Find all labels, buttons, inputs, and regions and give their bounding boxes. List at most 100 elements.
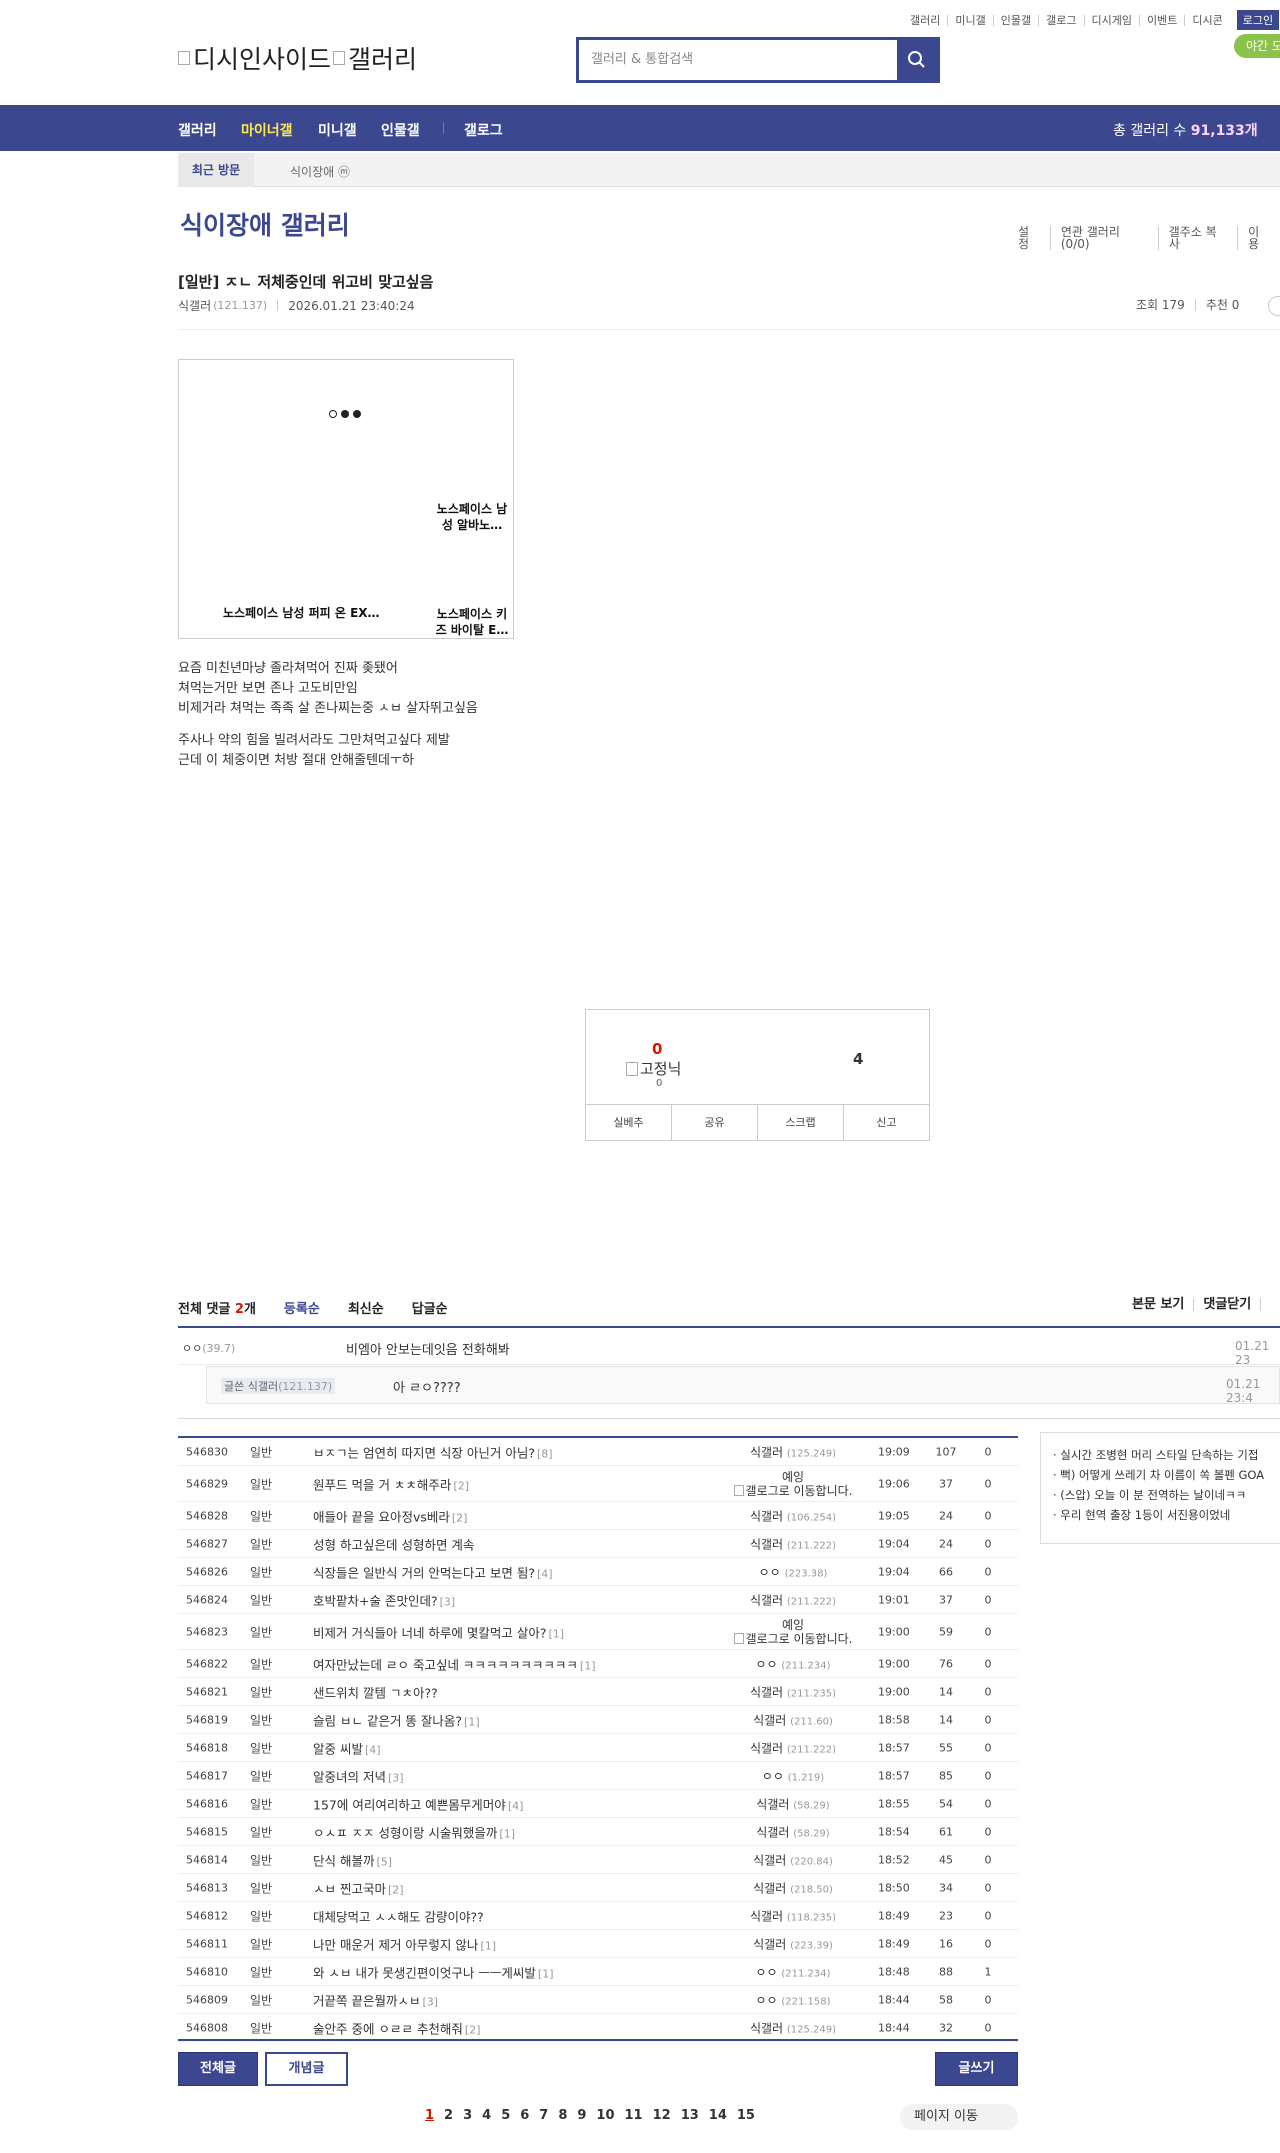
nav-mini-gallery[interactable]: 미니갤 — [318, 120, 357, 140]
ad-video-player[interactable]: 노스페이스 남성 알바노… 노스페이스 남성 퍼피 온 EX… 노스페이스 키즈… — [178, 359, 514, 639]
page-link[interactable]: 4 — [482, 2108, 491, 2123]
side-news-item[interactable]: · 뻑) 어떻게 쓰레기 차 이름이 쏙 볼펜 GOA — [1053, 1465, 1268, 1485]
post-writer[interactable]: 식갤러 (106.254) — [713, 1507, 873, 1524]
side-news-item[interactable]: · (스압) 오늘 이 분 전역하는 날이네ㅋㅋ — [1053, 1485, 1268, 1505]
settings-link[interactable]: 설정 — [1008, 226, 1050, 250]
post-writer[interactable]: 식갤러 (211.222) — [713, 1535, 873, 1552]
post-writer[interactable]: ㅇㅇ (211.234) — [713, 1963, 873, 1980]
ad-product-3[interactable]: 노스페이스 키즈 바이탈 E… — [432, 606, 512, 638]
table-row[interactable]: 546819 일반 슬림 ㅂㄴ 같은거 똥 잘나옴? [1] 식갤러 (211.60) 1… — [178, 1706, 1018, 1734]
post-title-link[interactable]: 단식 해볼까 [5] — [313, 1850, 392, 1869]
top-link-gallery[interactable]: 갤러리 — [903, 15, 947, 26]
post-title-link[interactable]: 157에 여리여리하고 예쁜몸무게머야 [4] — [313, 1794, 523, 1813]
post-title-link[interactable]: ㅅㅂ 찐고국마 [2] — [313, 1878, 404, 1897]
table-row[interactable]: 546829 일반 원푸드 먹을 거 ㅊㅊ해주라 [2] 예잉 갤로그로 이동합니다. 19… — [178, 1466, 1018, 1502]
page-link[interactable]: 13 — [681, 2108, 699, 2123]
post-title-link[interactable]: 알중녀의 저녁 [3] — [313, 1766, 404, 1785]
top-link-persongal[interactable]: 인물갤 — [992, 14, 1038, 26]
table-row[interactable]: 546823 일반 비제거 거식들아 너네 하루에 몇칼먹고 살아? [1] 예잉 갤로그… — [178, 1614, 1018, 1650]
post-writer[interactable]: 식갤러 (223.39) — [713, 1935, 873, 1952]
post-title-link[interactable]: ㅇㅅㅍ ㅈㅈ 성형이랑 시술뭐했을까 [1] — [313, 1822, 515, 1841]
table-row[interactable]: 546817 일반 알중녀의 저녁 [3] ㅇㅇ (1.219) 18:57 85 0 — [178, 1762, 1018, 1790]
table-row[interactable]: 546811 일반 나만 매운거 제거 아무렇지 않나 [1] 식갤러 (223.39)… — [178, 1930, 1018, 1958]
recent-gallery-link[interactable]: 식이장애 ⓜ — [290, 163, 350, 180]
sort-latest[interactable]: 최신순 — [348, 1298, 384, 1317]
page-link[interactable]: 15 — [737, 2108, 755, 2123]
copy-address-link[interactable]: 갤주소 복사 — [1157, 226, 1237, 250]
best-recommend-button[interactable]: 실베추 — [586, 1105, 671, 1140]
page-link[interactable]: 5 — [501, 2108, 510, 2123]
view-body-button[interactable]: 본문 보기 — [1123, 1298, 1193, 1311]
comment-count-bubble[interactable] — [1268, 296, 1280, 316]
login-button[interactable]: 로그인 — [1236, 10, 1280, 30]
night-mode-button[interactable]: 야간 모 — [1234, 34, 1280, 58]
post-writer[interactable]: 식갤러 (218.50) — [713, 1879, 873, 1896]
post-writer[interactable]: ㅇㅇ (211.234) — [713, 1655, 873, 1672]
nav-gallog[interactable]: 갤로그 — [464, 120, 503, 140]
table-row[interactable]: 546810 일반 와 ㅅㅂ 내가 못생긴편이엇구나 ㅡㅡ게씨발 [1] ㅇㅇ (211… — [178, 1958, 1018, 1986]
page-link[interactable]: 8 — [558, 2108, 567, 2123]
top-link-dccon[interactable]: 디시콘 — [1184, 14, 1229, 26]
table-row[interactable]: 546813 일반 ㅅㅂ 찐고국마 [2] 식갤러 (218.50) 18:50 34 0 — [178, 1874, 1018, 1902]
close-comments-button[interactable]: 댓글닫기 — [1193, 1298, 1260, 1311]
post-writer[interactable]: 식갤러 (125.249) — [713, 2019, 873, 2036]
share-button[interactable]: 공유 — [671, 1105, 757, 1140]
post-title-link[interactable]: 나만 매운거 제거 아무렇지 않나 [1] — [313, 1934, 496, 1953]
post-title-link[interactable]: 거끝쪽 끝은뭘까ㅅㅂ [3] — [313, 1990, 438, 2009]
post-title-link[interactable]: 와 ㅅㅂ 내가 못생긴편이엇구나 ㅡㅡ게씨발 [1] — [313, 1962, 554, 1981]
post-title-link[interactable]: 원푸드 먹을 거 ㅊㅊ해주라 [2] — [313, 1474, 469, 1493]
page-link[interactable]: 3 — [463, 2108, 472, 2123]
post-title-link[interactable]: 샌드위치 깔템 ㄱㅊ아?? — [313, 1682, 440, 1701]
report-button[interactable]: 신고 — [843, 1105, 929, 1140]
post-writer[interactable]: 예잉 갤로그로 이동합니다. — [713, 1470, 873, 1498]
related-gallery-link[interactable]: 연관 갤러리(0/0) — [1049, 226, 1158, 250]
table-row[interactable]: 546821 일반 샌드위치 깔템 ㄱㅊ아?? 식갤러 (211.235) 19:00 1… — [178, 1678, 1018, 1706]
search-input[interactable]: 갤러리 & 통합검색 — [579, 40, 897, 80]
table-row[interactable]: 546812 일반 대체당먹고 ㅅㅅ해도 감량이야?? 식갤러 (118.235) 18… — [178, 1902, 1018, 1930]
post-writer[interactable]: 예잉 갤로그로 이동합니다. — [713, 1618, 873, 1646]
side-news-item[interactable]: · 실시간 조병현 머리 스타일 단속하는 기접 — [1053, 1445, 1268, 1465]
ad-product-2[interactable]: 노스페이스 남성 퍼피 온 EX… — [223, 604, 380, 621]
table-row[interactable]: 546824 일반 호박팥차+술 존맛인데? [3] 식갤러 (211.222) 19:0… — [178, 1586, 1018, 1614]
post-writer[interactable]: 식갤러 (58.29) — [713, 1795, 873, 1812]
post-writer[interactable]: ㅇㅇ (223.38) — [713, 1563, 873, 1580]
table-row[interactable]: 546826 일반 식장들은 일반식 거의 안먹는다고 보면 됨? [4] ㅇㅇ (22… — [178, 1558, 1018, 1586]
post-title-link[interactable]: 식장들은 일반식 거의 안먹는다고 보면 됨? [4] — [313, 1562, 553, 1581]
nav-minor-gallery[interactable]: 마이너갤 — [241, 120, 293, 140]
table-row[interactable]: 546828 일반 애들아 끝을 요아정vs베라 [2] 식갤러 (106.254) 19… — [178, 1502, 1018, 1530]
table-row[interactable]: 546814 일반 단식 해볼까 [5] 식갤러 (220.84) 18:52 45 0 — [178, 1846, 1018, 1874]
page-link[interactable]: 1 — [425, 2108, 434, 2123]
top-link-event[interactable]: 이벤트 — [1138, 14, 1184, 26]
sort-registered[interactable]: 등록순 — [284, 1298, 320, 1317]
write-button[interactable]: 글쓰기 — [935, 2052, 1018, 2086]
post-writer[interactable]: 식갤러 (211.222) — [713, 1739, 873, 1756]
top-link-dcgame[interactable]: 디시게임 — [1083, 14, 1139, 26]
post-writer[interactable]: 식갤러 (118.235) — [713, 1907, 873, 1924]
sort-replies[interactable]: 답글순 — [412, 1298, 448, 1317]
search-button[interactable] — [897, 40, 937, 80]
post-author[interactable]: 식갤러 — [178, 297, 211, 314]
nav-person-gallery[interactable]: 인물갤 — [381, 120, 420, 140]
table-row[interactable]: 546816 일반 157에 여리여리하고 예쁜몸무게머야 [4] 식갤러 (58.29… — [178, 1790, 1018, 1818]
reply-author[interactable]: 글쓴 식갤러(121.137) — [221, 1378, 336, 1394]
page-link[interactable]: 12 — [653, 2108, 671, 2123]
post-title-link[interactable]: 비제거 거식들아 너네 하루에 몇칼먹고 살아? [1] — [313, 1622, 564, 1641]
post-writer[interactable]: ㅇㅇ (221.158) — [713, 1991, 873, 2008]
table-row[interactable]: 546822 일반 여자만났는데 ㄹㅇ 죽고싶네 ㅋㅋㅋㅋㅋㅋㅋㅋㅋㅋ [1] ㅇㅇ (… — [178, 1650, 1018, 1678]
top-link-gallog[interactable]: 갤로그 — [1038, 14, 1083, 26]
page-link[interactable]: 6 — [520, 2108, 529, 2123]
post-writer[interactable]: ㅇㅇ (1.219) — [713, 1767, 873, 1784]
page-link[interactable]: 7 — [539, 2108, 548, 2123]
page-link[interactable]: 10 — [596, 2108, 614, 2123]
table-row[interactable]: 546808 일반 술안주 중에 ㅇㄹㄹ 추천해줘 [2] 식갤러 (125.249) 1… — [178, 2014, 1018, 2042]
post-writer[interactable]: 식갤러 (211.235) — [713, 1683, 873, 1700]
post-title-link[interactable]: 슬림 ㅂㄴ 같은거 똥 잘나옴? [1] — [313, 1710, 480, 1729]
post-title-link[interactable]: 성형 하고싶은데 성형하면 계속 — [313, 1534, 476, 1553]
side-news-item[interactable]: · 우리 현역 출장 1등이 서진용이었네 — [1053, 1505, 1268, 1525]
usage-link[interactable]: 이용 — [1237, 226, 1280, 250]
post-writer[interactable]: 식갤러 (125.249) — [713, 1443, 873, 1460]
post-writer[interactable]: 식갤러 (211.222) — [713, 1591, 873, 1608]
all-posts-button[interactable]: 전체글 — [178, 2052, 258, 2086]
table-row[interactable]: 546809 일반 거끝쪽 끝은뭘까ㅅㅂ [3] ㅇㅇ (221.158) 18:44 58… — [178, 1986, 1018, 2014]
gallery-title[interactable]: 식이장애 갤러리 — [180, 206, 350, 242]
